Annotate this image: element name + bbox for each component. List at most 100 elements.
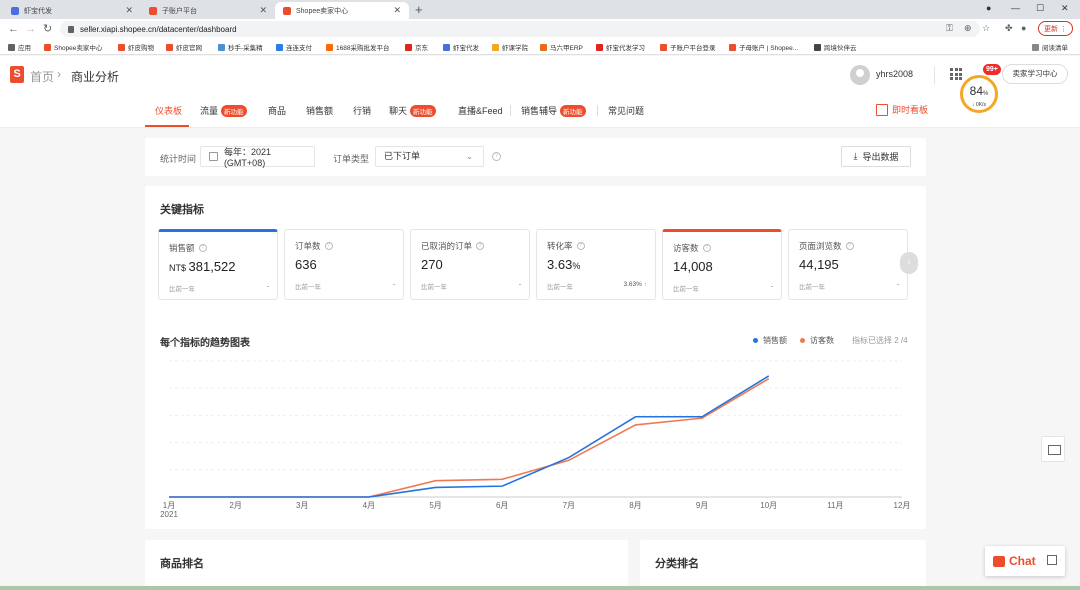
tab-products[interactable]: 商品	[268, 104, 286, 117]
series-line	[169, 377, 770, 498]
mail-icon[interactable]	[1041, 436, 1065, 462]
category-ranking-card: 分类排名	[640, 540, 926, 590]
shopee-logo[interactable]: S	[10, 66, 24, 83]
header-divider	[934, 66, 935, 84]
bookmark-item[interactable]: 跨境伙伴云	[814, 42, 857, 52]
new-feature-badge: 新功能	[221, 104, 247, 117]
url-text: seller.xiapi.shopee.cn/datacenter/dashbo…	[80, 24, 237, 34]
help-icon[interactable]: ?	[476, 242, 485, 250]
extensions-icon[interactable]: ✤	[1005, 23, 1013, 34]
reading-list[interactable]: 阅读清单	[1032, 42, 1068, 52]
tab-favicon-icon	[283, 6, 291, 15]
tab-live-feed[interactable]: 直播&Feed	[458, 104, 503, 117]
help-icon[interactable]: ?	[845, 242, 854, 250]
metric-card-orders[interactable]: 订单数? 636 比前一年 -	[284, 229, 404, 300]
bookmark-favicon-icon	[729, 43, 736, 51]
reload-icon[interactable]: ↻	[43, 22, 52, 36]
help-icon[interactable]: ?	[492, 152, 501, 161]
x-tick-label: 9月	[696, 501, 708, 510]
export-button[interactable]: ⤓ 导出数据	[841, 146, 911, 167]
browser-tab-2[interactable]: Shopee卖家中心 ✕	[275, 2, 409, 19]
x-tick-label: 10月	[760, 501, 777, 510]
bookmark-favicon-icon	[660, 43, 667, 51]
seller-learning-button[interactable]: 卖家学习中心	[1002, 64, 1068, 84]
analytics-subnav: 仪表板 流量 新功能 商品 销售额 行销 聊天 新功能 直播&Feed 销售辅导 新功…	[0, 94, 1080, 128]
tab-traffic[interactable]: 流量 新功能	[200, 104, 247, 117]
arrow-up-icon: ↑	[643, 281, 647, 288]
bookmark-item[interactable]: 连连支付	[276, 42, 312, 52]
new-tab-icon[interactable]: +	[415, 2, 423, 17]
star-icon[interactable]: ☆	[982, 23, 990, 34]
expand-icon[interactable]	[1047, 555, 1057, 565]
active-tab-indicator	[145, 125, 189, 127]
network-speed-widget[interactable]: 84% ↓ 0K/s	[960, 75, 998, 113]
browser-tab-0[interactable]: 虾宝代发 ✕	[3, 2, 141, 19]
tab-dashboard[interactable]: 仪表板	[155, 104, 182, 117]
close-window-icon[interactable]: ✕	[1061, 3, 1069, 14]
metric-card-pageviews[interactable]: 页面浏览数? 44,195 比前一年 -	[788, 229, 908, 300]
zoom-icon[interactable]: ⊕	[964, 23, 972, 34]
update-button[interactable]: 更新 ⋮	[1038, 21, 1073, 36]
metric-card-visitors[interactable]: 访客数? 14,008 比前一年 -	[662, 229, 782, 300]
bookmark-item[interactable]: 子账户平台登录	[660, 42, 716, 52]
username[interactable]: yhrs2008	[876, 69, 913, 79]
bookmark-item[interactable]: 应用	[8, 42, 31, 52]
metric-card-sales[interactable]: 销售额? NT$ 381,522 比前一年 -	[158, 229, 278, 300]
bookmark-item[interactable]: 子母账户 | Shopee...	[729, 42, 798, 52]
date-picker[interactable]: 每年：2021 (GMT+08)	[200, 146, 315, 168]
browser-tab-1[interactable]: 子账户平台 ✕	[141, 2, 275, 19]
bookmark-item[interactable]: 1688采购批发平台	[326, 42, 389, 52]
chat-button[interactable]: Chat	[985, 546, 1065, 576]
key-icon[interactable]: ⚿	[946, 23, 953, 34]
bookmark-favicon-icon	[218, 43, 225, 51]
metric-value: 44,195	[799, 257, 839, 272]
tab-close-icon[interactable]: ✕	[125, 5, 133, 16]
order-type-select[interactable]: 已下订单 ⌄	[375, 146, 484, 167]
help-icon[interactable]: ?	[198, 244, 207, 252]
avatar[interactable]	[850, 65, 870, 85]
download-icon: ⤓	[853, 151, 858, 161]
seller-header: S 首页 › 商业分析 yhrs2008 99+ 卖家学习中心	[0, 56, 1080, 94]
legend-item-sales: 销售额	[753, 335, 787, 346]
forward-icon[interactable]: →	[25, 22, 36, 36]
time-label: 统计时间	[160, 154, 197, 164]
metric-card-conversion[interactable]: 转化率? 3.63% 比前一年 3.63% ↑	[536, 229, 656, 300]
help-icon[interactable]: ?	[324, 242, 333, 250]
bookmark-item[interactable]: Shopee卖家中心	[44, 42, 102, 52]
tab-close-icon[interactable]: ✕	[393, 5, 401, 16]
tab-sales-coaching[interactable]: 销售辅导 新功能	[521, 104, 586, 117]
bookmark-item[interactable]: 虾宝代发	[443, 42, 479, 52]
apps-grid-icon[interactable]	[950, 68, 962, 80]
bookmark-item[interactable]: 秒手-采集精	[218, 42, 263, 52]
bookmark-favicon-icon	[44, 43, 51, 51]
tab-marketing[interactable]: 行销	[353, 104, 371, 117]
bookmark-item[interactable]: 虾皮官网	[166, 42, 202, 52]
x-tick-label: 6月	[496, 501, 508, 510]
bookmark-item[interactable]: 虾宝代发学习	[596, 42, 645, 52]
metric-value: 14,008	[673, 259, 713, 274]
bookmark-item[interactable]: 虾皮购物	[118, 42, 154, 52]
minimize-icon[interactable]: —	[1011, 3, 1020, 13]
breadcrumb-home[interactable]: 首页	[30, 68, 54, 85]
bookmark-item[interactable]: 虾课学院	[492, 42, 528, 52]
tab-close-icon[interactable]: ✕	[259, 5, 267, 16]
scroll-right-button[interactable]: ›	[900, 252, 918, 274]
back-icon[interactable]: ←	[8, 22, 19, 36]
bookmark-item[interactable]: 京东	[405, 42, 428, 52]
tab-sales[interactable]: 销售额	[306, 104, 333, 117]
tab-faq[interactable]: 常见问题	[608, 104, 644, 117]
address-bar[interactable]: seller.xiapi.shopee.cn/datacenter/dashbo…	[60, 21, 980, 37]
help-icon[interactable]: ?	[702, 244, 711, 252]
x-tick-label: 11月	[827, 501, 843, 510]
help-icon[interactable]: ?	[576, 242, 585, 250]
account-icon[interactable]: ●	[1021, 23, 1026, 33]
metric-delta: -	[770, 283, 773, 290]
profile-dot-icon[interactable]: ●	[986, 3, 991, 13]
metric-card-cancelled[interactable]: 已取消的订单? 270 比前一年 -	[410, 229, 530, 300]
trend-line-chart: 1月 2月 3月 4月 5月 6月 7月 8月 9月 10月 11月 12月 2021	[160, 360, 910, 519]
maximize-icon[interactable]: ☐	[1036, 3, 1044, 14]
tab-chat[interactable]: 聊天 新功能	[389, 104, 436, 117]
bookmark-item[interactable]: 马六甲ERP	[540, 42, 583, 52]
bookmark-favicon-icon	[118, 43, 125, 51]
realtime-dashboard-link[interactable]: 即时看板	[876, 103, 928, 116]
